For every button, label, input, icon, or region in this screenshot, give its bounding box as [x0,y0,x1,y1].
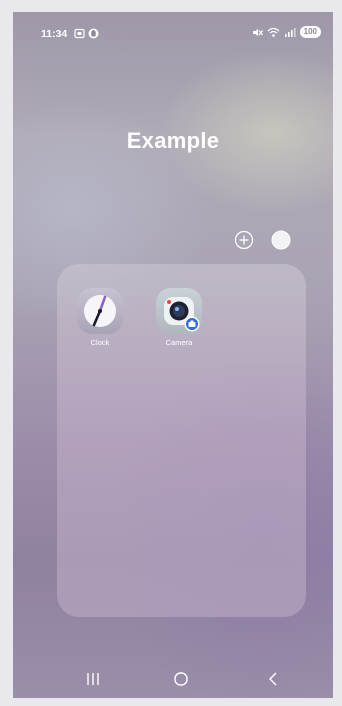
folder-title[interactable]: Example [13,128,333,154]
navigation-bar [13,658,333,698]
back-icon[interactable] [261,668,285,690]
notification-icons [74,28,99,39]
signal-icon [284,27,296,37]
app-clock[interactable]: Clock [70,288,130,347]
app-label-clock: Clock [90,338,110,347]
battery-indicator: 100 [299,26,321,38]
clock-icon [77,288,123,334]
recent-apps-icon[interactable] [81,668,105,690]
app-notification-icon [88,28,99,39]
system-status-icons: 100 [252,26,321,38]
camera-icon [156,288,202,334]
status-time: 11:34 [41,28,68,40]
app-camera[interactable]: Camera [149,288,209,347]
status-bar: 11:34 100 [13,12,333,52]
gallery-notification-icon [74,28,85,39]
folder-color-icon[interactable] [270,229,292,251]
wifi-icon [267,27,280,37]
app-label-camera: Camera [165,338,193,347]
home-screen: 11:34 100 Example Clock Camera [13,12,333,698]
screenshot-frame: 11:34 100 Example Clock Camera [0,0,342,706]
folder-panel: Clock Camera [57,264,306,617]
add-icon[interactable] [233,229,255,251]
home-icon[interactable] [169,668,193,690]
mute-icon [252,28,263,36]
